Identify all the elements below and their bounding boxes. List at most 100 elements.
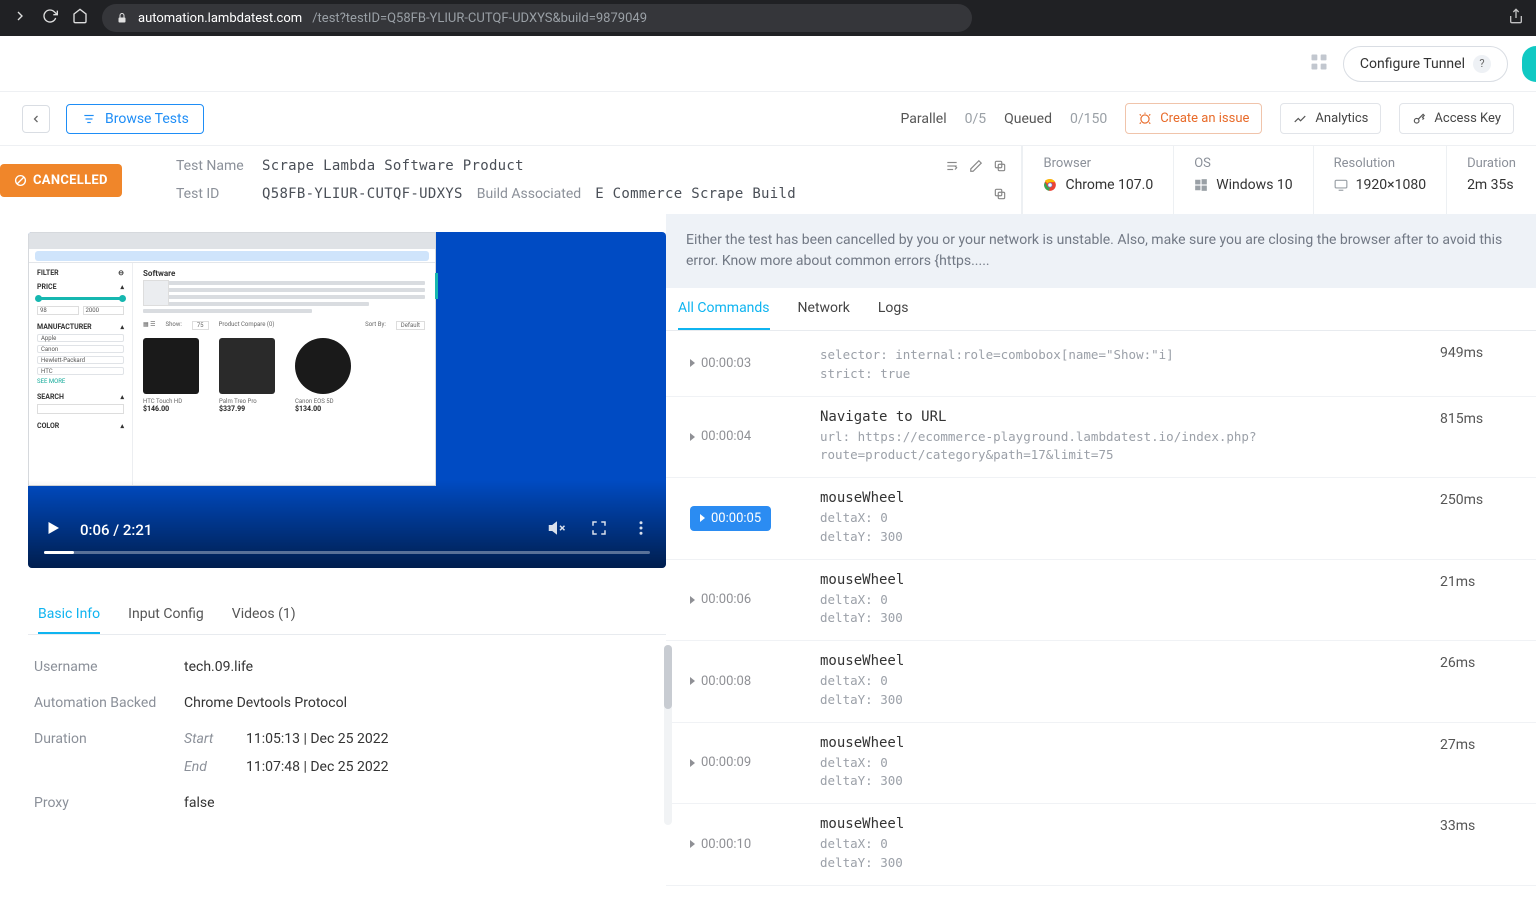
tab-input-config[interactable]: Input Config	[128, 596, 204, 634]
command-time[interactable]: 00:00:03	[690, 356, 800, 371]
queued-value: 0/150	[1070, 111, 1107, 127]
address-bar[interactable]: automation.lambdatest.com/test?testID=Q5…	[102, 4, 972, 32]
command-row[interactable]: 00:00:10mouseWheeldeltaX: 0deltaY: 30033…	[666, 804, 1536, 886]
command-row[interactable]: 00:00:09mouseWheeldeltaX: 0deltaY: 30027…	[666, 723, 1536, 805]
parallel-label: Parallel	[901, 111, 947, 127]
command-row[interactable]: 00:00:03selector: internal:role=combobox…	[666, 331, 1536, 397]
test-id-value: Q58FB-YLIUR-CUTQF-UDXYS	[262, 186, 463, 202]
address-host: automation.lambdatest.com	[138, 11, 302, 26]
tab-all-commands[interactable]: All Commands	[678, 288, 770, 330]
env-browser: Browser Chrome 107.0	[1023, 146, 1173, 214]
env-os: OS Windows 10	[1174, 146, 1312, 214]
vi-p2p: $337.99	[219, 405, 275, 413]
duration-key: Duration	[34, 731, 184, 775]
command-body: mouseWheeldeltaX: 0deltaY: 300	[820, 490, 1420, 547]
command-time[interactable]: 00:00:05	[690, 506, 800, 531]
forward-icon[interactable]	[12, 8, 28, 28]
env-browser-label: Browser	[1043, 156, 1153, 171]
proxy-value: false	[184, 795, 215, 811]
command-time[interactable]: 00:00:04	[690, 429, 800, 444]
address-path: /test?testID=Q58FB-YLIUR-CUTQF-UDXYS&bui…	[312, 11, 647, 26]
vi-sort: Sort By:	[365, 321, 386, 330]
parallel-value: 0/5	[965, 111, 987, 127]
status-badge-label: CANCELLED	[33, 173, 108, 188]
vi-search: SEARCH	[37, 393, 64, 401]
fullscreen-icon[interactable]	[590, 519, 608, 541]
vi-p2n: Palm Treo Pro	[219, 398, 275, 405]
vi-p1n: HTC Touch HD	[143, 398, 199, 405]
share-icon[interactable]	[1508, 8, 1524, 28]
configure-tunnel-button[interactable]: Configure Tunnel ?	[1343, 46, 1508, 82]
info-table: Usernametech.09.life Automation BackedCh…	[28, 635, 666, 835]
env-resolution-value: 1920×1080	[1356, 177, 1426, 193]
command-tabs: All Commands Network Logs	[666, 288, 1536, 331]
command-body: mouseWheeldeltaX: 0deltaY: 300	[820, 572, 1420, 629]
copy-icon[interactable]	[993, 187, 1007, 201]
lock-icon	[116, 12, 128, 24]
test-name-label: Test Name	[176, 158, 248, 174]
start-value: 11:05:13 | Dec 25 2022	[246, 731, 388, 747]
vi-b2: Canon	[37, 345, 124, 353]
command-row[interactable]: 00:00:04Navigate to URLurl: https://ecom…	[666, 397, 1536, 479]
video-time: 0:06 / 2:21	[80, 521, 152, 539]
proxy-key: Proxy	[34, 795, 184, 811]
reload-icon[interactable]	[42, 8, 58, 28]
command-body: mouseWheeldeltaX: 0deltaY: 300	[820, 735, 1420, 792]
queued-label: Queued	[1004, 111, 1052, 127]
tab-basic-info[interactable]: Basic Info	[38, 596, 100, 634]
play-icon[interactable]	[44, 519, 62, 541]
end-value: 11:07:48 | Dec 25 2022	[246, 759, 388, 775]
command-time[interactable]: 00:00:10	[690, 837, 800, 852]
apps-grid-icon[interactable]	[1309, 52, 1329, 76]
windows-icon	[1194, 178, 1208, 192]
filter-icon	[81, 112, 97, 126]
command-duration: 21ms	[1440, 574, 1520, 590]
env-duration: Duration 2m 35s	[1447, 146, 1536, 214]
vi-manu: MANUFACTURER	[37, 323, 92, 331]
vi-plo: 98	[37, 306, 79, 315]
video-progress[interactable]	[44, 551, 650, 554]
command-body: mouseWheeldeltaX: 0deltaY: 300	[820, 653, 1420, 710]
tab-network[interactable]: Network	[798, 288, 850, 330]
env-browser-value: Chrome 107.0	[1065, 177, 1153, 193]
info-scrollbar[interactable]	[664, 645, 672, 825]
backed-key: Automation Backed	[34, 695, 184, 711]
start-key: Start	[184, 731, 230, 747]
command-row[interactable]: 00:00:06 mouseWheeldeltaX: 0deltaY: 300 21…	[666, 560, 1536, 642]
build-label: Build Associated	[477, 186, 581, 202]
vi-p3n: Canon EOS 5D	[295, 398, 351, 405]
monitor-icon	[1334, 178, 1348, 192]
help-icon: ?	[1473, 55, 1491, 73]
tab-logs[interactable]: Logs	[878, 288, 909, 330]
create-issue-button[interactable]: Create an issue	[1125, 103, 1262, 134]
command-duration: 949ms	[1440, 345, 1520, 361]
vi-b3: Hewlett-Packard	[37, 356, 124, 364]
command-time[interactable]: 00:00:09	[690, 755, 800, 770]
command-time[interactable]: 00:00:06	[690, 592, 800, 607]
avatar[interactable]	[1522, 46, 1536, 82]
browser-chrome: automation.lambdatest.com/test?testID=Q5…	[0, 0, 1536, 36]
mute-icon[interactable]	[548, 519, 566, 541]
command-list[interactable]: 00:00:03selector: internal:role=combobox…	[666, 331, 1536, 886]
command-time[interactable]: 00:00:08	[690, 674, 800, 689]
video-controls: 0:06 / 2:21	[28, 480, 666, 568]
test-subbar: Browse Tests Parallel 0/5 Queued 0/150 C…	[0, 92, 1536, 146]
env-os-value: Windows 10	[1216, 177, 1292, 193]
access-key-button[interactable]: Access Key	[1399, 103, 1514, 134]
back-button[interactable]	[22, 105, 50, 133]
configure-tunnel-label: Configure Tunnel	[1360, 56, 1465, 72]
command-row[interactable]: 00:00:08mouseWheeldeltaX: 0deltaY: 30026…	[666, 641, 1536, 723]
edit-icon[interactable]	[969, 159, 983, 173]
analytics-button[interactable]: Analytics	[1280, 103, 1381, 134]
vi-b4: HTC	[37, 367, 124, 375]
tab-videos[interactable]: Videos (1)	[232, 596, 296, 634]
analytics-icon	[1293, 112, 1307, 126]
more-icon[interactable]	[632, 519, 650, 541]
list-icon[interactable]	[945, 159, 959, 173]
copy-icon[interactable]	[993, 159, 1007, 173]
env-os-label: OS	[1194, 156, 1292, 171]
command-row[interactable]: 00:00:05mouseWheeldeltaX: 0deltaY: 30025…	[666, 478, 1536, 560]
session-video[interactable]: FILTER⊖ PRICE▴ 982000 MANUFACTURER▴ Appl…	[28, 232, 666, 568]
browse-tests-button[interactable]: Browse Tests	[66, 104, 204, 134]
home-icon[interactable]	[72, 8, 88, 28]
